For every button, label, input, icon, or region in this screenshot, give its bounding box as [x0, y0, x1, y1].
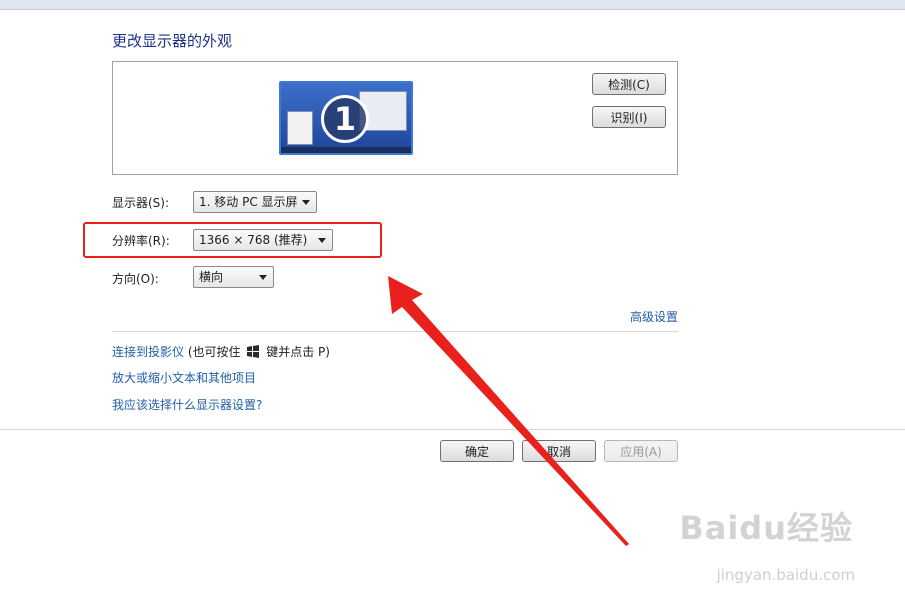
cancel-button[interactable]: 取消	[522, 440, 596, 462]
annotation-arrow-shape	[388, 276, 629, 546]
projector-hint-post: 键并点击 P)	[266, 345, 330, 359]
projector-row: 连接到投影仪 (也可按住 键并点击 P)	[112, 343, 330, 360]
ok-button[interactable]: 确定	[440, 440, 514, 462]
orientation-select-value: 横向	[199, 270, 224, 284]
connect-projector-link[interactable]: 连接到投影仪	[112, 345, 184, 359]
display-select-value: 1. 移动 PC 显示屏	[199, 195, 298, 209]
monitor-number-badge: 1	[321, 95, 369, 143]
footer-divider	[0, 429, 905, 430]
thumbnail-taskbar	[281, 147, 411, 153]
orientation-label: 方向(O):	[112, 272, 159, 286]
section-divider	[112, 331, 678, 332]
page-title: 更改显示器的外观	[112, 32, 233, 50]
thumbnail-window-left	[287, 111, 313, 145]
detect-button[interactable]: 检测(C)	[592, 73, 666, 95]
monitor-thumbnail[interactable]: 1	[279, 81, 413, 155]
windows-logo-icon	[247, 345, 260, 358]
zoom-text-link[interactable]: 放大或缩小文本和其他项目	[112, 369, 256, 386]
apply-button[interactable]: 应用(A)	[604, 440, 678, 462]
identify-button[interactable]: 识别(I)	[592, 106, 666, 128]
chevron-down-icon	[302, 200, 310, 205]
watermark-url: jingyan.baidu.com	[716, 566, 855, 584]
projector-hint-pre: (也可按住	[187, 345, 241, 359]
orientation-select[interactable]: 横向	[193, 266, 274, 288]
display-select[interactable]: 1. 移动 PC 显示屏	[193, 191, 317, 213]
display-label: 显示器(S):	[112, 196, 170, 210]
chevron-down-icon	[259, 275, 267, 280]
watermark-logo: Baidu经验	[679, 509, 853, 547]
advanced-settings-link[interactable]: 高级设置	[630, 308, 678, 325]
monitor-preview-panel: 1 检测(C) 识别(I)	[112, 61, 678, 175]
display-help-link[interactable]: 我应该选择什么显示器设置?	[112, 396, 262, 413]
resolution-highlight-box	[83, 222, 382, 258]
window-top-bar	[0, 0, 905, 10]
